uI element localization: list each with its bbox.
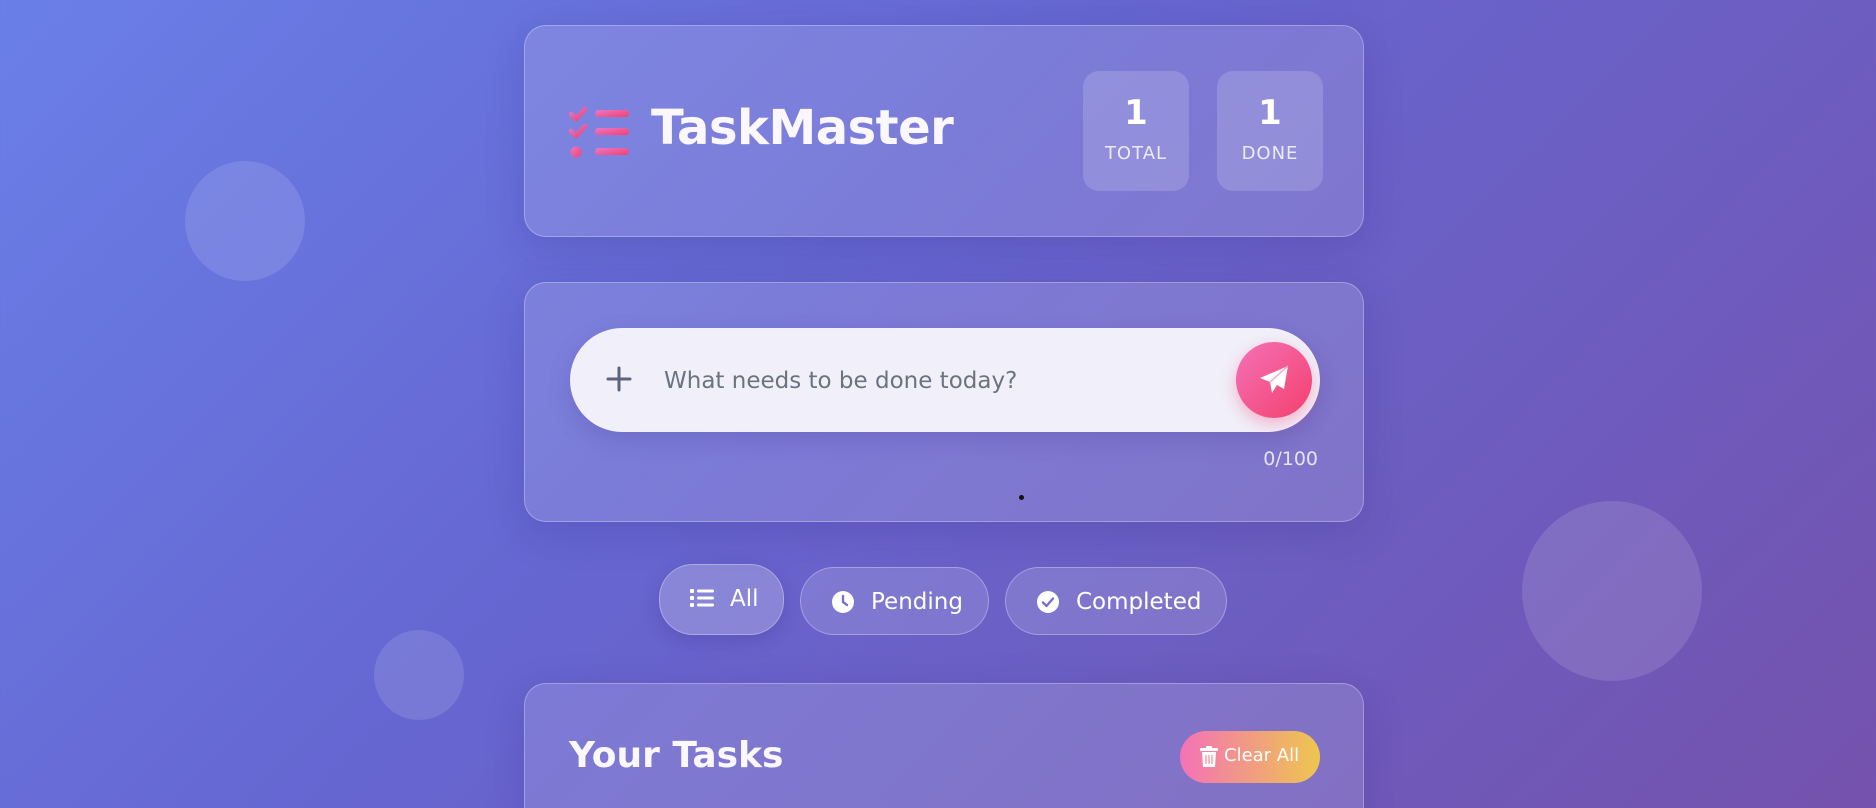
list-icon bbox=[690, 589, 714, 607]
tasks-title: Your Tasks bbox=[569, 735, 784, 776]
decorative-bubble bbox=[374, 630, 464, 720]
filter-completed-button[interactable]: Completed bbox=[1005, 567, 1227, 635]
filter-pending-button[interactable]: Pending bbox=[800, 567, 989, 635]
stat-total-label: TOTAL bbox=[1104, 143, 1168, 164]
header-card: TaskMaster 1 TOTAL 1 DONE bbox=[524, 25, 1364, 237]
filter-all-button[interactable]: All bbox=[659, 564, 784, 635]
char-counter: 0/100 bbox=[1263, 448, 1318, 470]
stat-done-value: 1 bbox=[1258, 93, 1282, 133]
paper-plane-icon bbox=[1260, 365, 1289, 393]
stat-total-value: 1 bbox=[1124, 93, 1148, 133]
app-title: TaskMaster bbox=[651, 100, 954, 156]
plus-icon bbox=[606, 366, 632, 392]
stat-done: 1 DONE bbox=[1217, 71, 1323, 191]
clock-icon bbox=[832, 591, 854, 613]
filter-all-label: All bbox=[730, 586, 759, 612]
add-task-button[interactable] bbox=[1236, 342, 1312, 418]
clear-all-button[interactable]: Clear All bbox=[1180, 731, 1320, 783]
clear-all-label: Clear All bbox=[1224, 745, 1300, 766]
task-input[interactable] bbox=[662, 350, 1206, 412]
stat-total: 1 TOTAL bbox=[1083, 71, 1189, 191]
task-input-wrapper bbox=[570, 328, 1320, 432]
filter-completed-label: Completed bbox=[1076, 589, 1202, 615]
filter-pending-label: Pending bbox=[871, 589, 963, 615]
cursor-dot bbox=[1019, 495, 1024, 500]
trash-icon bbox=[1200, 746, 1218, 767]
stat-done-label: DONE bbox=[1241, 143, 1299, 164]
check-circle-icon bbox=[1037, 591, 1059, 613]
decorative-bubble bbox=[185, 161, 305, 281]
decorative-bubble bbox=[1522, 501, 1702, 681]
add-task-card: 0/100 bbox=[524, 282, 1364, 522]
tasks-card: Your Tasks Clear All bbox=[524, 683, 1364, 808]
checklist-icon bbox=[569, 106, 629, 158]
